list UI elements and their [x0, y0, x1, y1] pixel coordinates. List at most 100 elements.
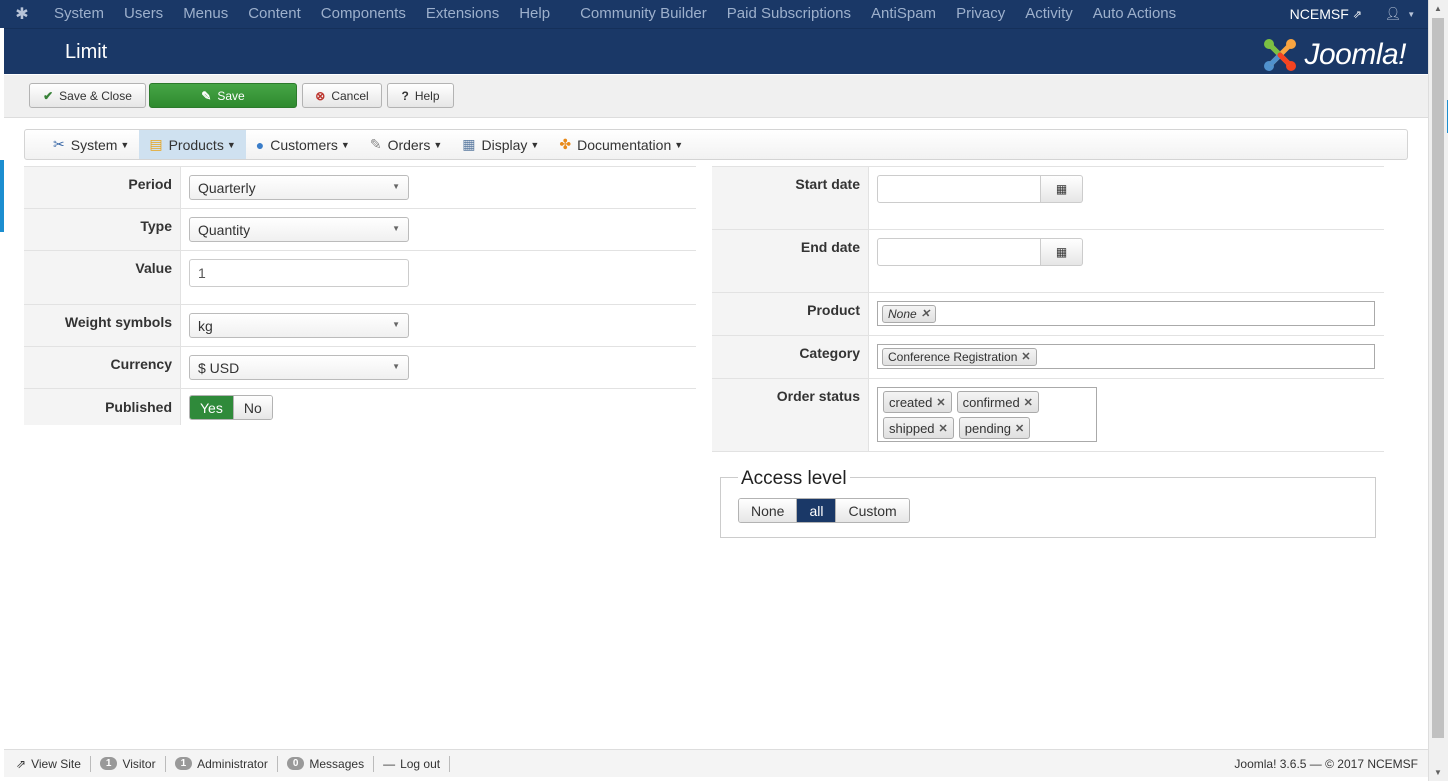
order-status-label: Order status: [712, 379, 869, 451]
menu-help[interactable]: Help: [509, 0, 570, 28]
visitor-count[interactable]: 1 Visitor: [91, 755, 166, 772]
menu-system[interactable]: System: [44, 0, 114, 28]
menu-users[interactable]: Users: [114, 0, 173, 28]
remove-icon[interactable]: ✕: [1021, 350, 1030, 363]
submenu-customers-label: Customers: [270, 136, 338, 153]
menu-antispam[interactable]: AntiSpam: [861, 0, 946, 28]
period-select[interactable]: Quarterly ▼: [189, 175, 409, 200]
scroll-down-icon[interactable]: ▼: [1434, 768, 1442, 777]
caret-down-icon: ▼: [433, 139, 443, 150]
remove-icon[interactable]: ✕: [936, 396, 945, 409]
cancel-icon: ⊗: [315, 88, 326, 103]
check-icon: ✔: [43, 88, 54, 103]
remove-icon[interactable]: ✕: [921, 307, 930, 320]
messages-badge: 0: [286, 757, 305, 770]
dropdown-arrow-icon: ▼: [392, 224, 400, 233]
period-value: Quarterly: [198, 180, 256, 196]
value-row: Value 1: [24, 250, 696, 304]
dropdown-arrow-icon: ▼: [392, 362, 400, 371]
menu-auto-actions[interactable]: Auto Actions: [1083, 0, 1186, 28]
save-label: Save: [217, 88, 245, 103]
status-tag: confirmed ✕: [956, 391, 1039, 413]
menu-components[interactable]: Components: [311, 0, 416, 28]
category-label: Category: [712, 336, 869, 378]
display-icon: ▦: [462, 136, 476, 152]
status-tag-label: created: [889, 394, 933, 410]
period-label: Period: [24, 167, 181, 208]
scroll-thumb[interactable]: [1432, 18, 1444, 738]
submenu-products[interactable]: ▤ Products ▼: [139, 130, 246, 159]
product-row: Product None ✕: [712, 292, 1384, 335]
end-date-input[interactable]: [877, 238, 1041, 266]
admin-count[interactable]: 1 Administrator: [166, 755, 278, 772]
vertical-scrollbar[interactable]: ▲ ▼: [1428, 0, 1448, 781]
submenu-display[interactable]: ▦ Display ▼: [452, 130, 549, 159]
remove-icon[interactable]: ✕: [939, 422, 948, 435]
weight-row: Weight symbols kg ▼: [24, 304, 696, 346]
menu-activity[interactable]: Activity: [1015, 0, 1083, 28]
caret-down-icon: ▼: [120, 139, 130, 150]
submenu-documentation[interactable]: ✤ Documentation ▼: [549, 130, 693, 159]
messages-count[interactable]: 0 Messages: [278, 755, 375, 772]
submenu-orders[interactable]: ✎ Orders ▼: [360, 130, 452, 159]
access-custom-button[interactable]: Custom: [835, 499, 909, 522]
currency-select[interactable]: $ USD ▼: [189, 355, 409, 380]
type-select[interactable]: Quantity ▼: [189, 217, 409, 242]
published-no[interactable]: No: [232, 396, 272, 419]
start-date-input[interactable]: [877, 175, 1041, 203]
user-menu[interactable]: 👤︎ ▼: [1372, 6, 1428, 22]
user-icon: 👤︎: [1384, 6, 1402, 21]
save-close-button[interactable]: ✔ Save & Close: [29, 83, 146, 108]
joomla-menu-icon[interactable]: ✱: [0, 0, 44, 28]
view-site-link[interactable]: ⇗ View Site: [4, 755, 91, 772]
cancel-label: Cancel: [331, 88, 369, 103]
joomla-wordmark: Joomla!: [1304, 38, 1406, 71]
menu-menus[interactable]: Menus: [173, 0, 238, 28]
component-submenu: ✂ System ▼ ▤ Products ▼ ● Customers ▼ ✎ …: [24, 129, 1408, 160]
save-button[interactable]: ✎ Save: [149, 83, 297, 108]
published-label: Published: [24, 389, 181, 425]
menu-extensions[interactable]: Extensions: [416, 0, 509, 28]
value-input[interactable]: 1: [189, 259, 409, 287]
product-multiselect[interactable]: None ✕: [877, 301, 1375, 326]
version-text: Joomla! 3.6.5 — © 2017 NCEMSF: [1234, 756, 1418, 771]
product-tag: None ✕: [882, 304, 936, 323]
calendar-icon[interactable]: ▦: [1041, 175, 1083, 203]
category-tag: Conference Registration ✕: [882, 347, 1037, 366]
access-none-button[interactable]: None: [739, 499, 797, 522]
order-status-row: Order status created ✕ confirmed ✕ shipped…: [712, 378, 1384, 452]
end-date-label: End date: [712, 230, 869, 292]
help-button[interactable]: ? Help: [387, 83, 454, 108]
site-link[interactable]: NCEMSF ⇗: [1280, 6, 1372, 22]
box-icon: ▤: [149, 136, 163, 152]
order-status-multiselect[interactable]: created ✕ confirmed ✕ shipped ✕ pending ✕: [877, 387, 1097, 442]
help-label: Help: [414, 88, 440, 103]
menu-community-builder[interactable]: Community Builder: [570, 0, 717, 28]
cancel-button[interactable]: ⊗ Cancel: [302, 83, 382, 108]
type-value: Quantity: [198, 222, 251, 238]
menu-privacy[interactable]: Privacy: [946, 0, 1015, 28]
remove-icon[interactable]: ✕: [1015, 422, 1024, 435]
scroll-up-icon[interactable]: ▲: [1434, 4, 1442, 13]
calendar-icon[interactable]: ▦: [1041, 238, 1083, 266]
toolbar: ✔ Save & Close ✎ Save ⊗ Cancel ? Help: [4, 75, 1428, 118]
status-tag: created ✕: [883, 391, 952, 413]
submenu-system[interactable]: ✂ System ▼: [43, 130, 139, 159]
type-row: Type Quantity ▼: [24, 208, 696, 250]
type-label: Type: [24, 209, 181, 250]
submenu-customers[interactable]: ● Customers ▼: [246, 130, 360, 159]
menu-paid-subscriptions[interactable]: Paid Subscriptions: [717, 0, 861, 28]
status-tag: shipped ✕: [883, 417, 954, 439]
site-name: NCEMSF: [1289, 6, 1349, 22]
logout-link[interactable]: — Log out: [374, 755, 451, 772]
access-all-button[interactable]: all: [796, 499, 836, 522]
customers-icon: ●: [255, 136, 265, 153]
remove-icon[interactable]: ✕: [1024, 396, 1033, 409]
end-date-field: ▦: [877, 238, 1083, 266]
main-menu: System Users Menus Content Components Ex…: [44, 0, 1186, 28]
weight-select[interactable]: kg ▼: [189, 313, 409, 338]
published-yes[interactable]: Yes: [190, 396, 233, 419]
menu-content[interactable]: Content: [238, 0, 311, 28]
category-multiselect[interactable]: Conference Registration ✕: [877, 344, 1375, 369]
end-date-row: End date ▦: [712, 229, 1384, 292]
